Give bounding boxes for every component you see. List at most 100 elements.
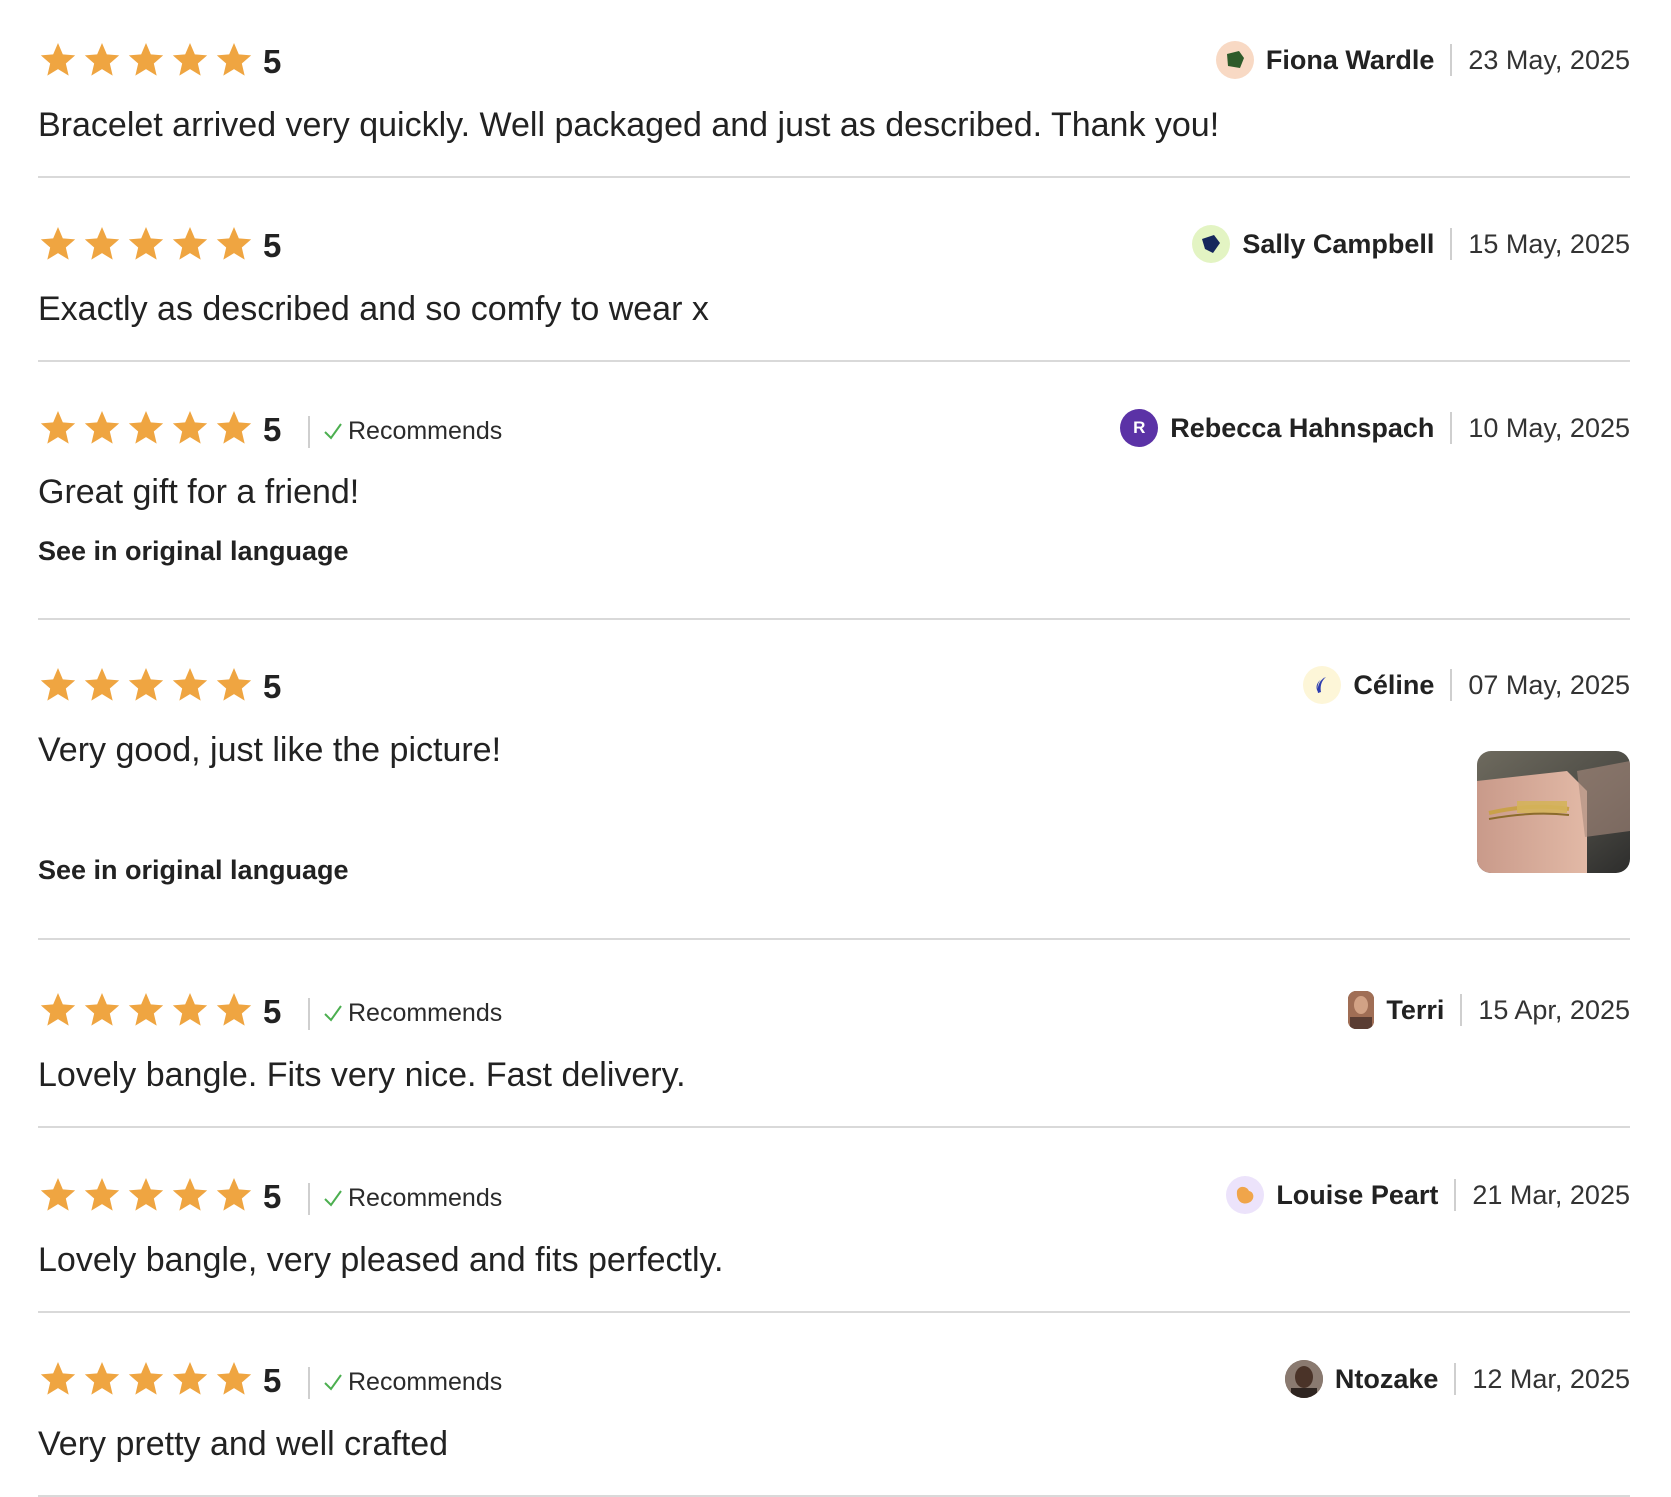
review-item: 5 Recommends Terri 15 Apr, 2025 Lovely b… [38, 980, 1630, 1128]
check-icon [324, 423, 342, 440]
review-date: 12 Mar, 2025 [1472, 1363, 1630, 1394]
rating-value: 5 [263, 668, 282, 705]
star-rating [38, 40, 254, 80]
photo-avatar-icon[interactable] [1284, 1360, 1323, 1398]
star-icon [84, 411, 120, 444]
review-author: Fiona Wardle 23 May, 2025 [1215, 30, 1630, 90]
review-date: 23 May, 2025 [1468, 44, 1630, 75]
star-icon [128, 1178, 164, 1211]
recommends-badge: Recommends [322, 1365, 502, 1399]
star-rating [38, 1359, 254, 1399]
review-photo-thumbnail[interactable] [1477, 751, 1630, 873]
recommends-label: Recommends [348, 417, 503, 445]
star-icon [216, 993, 252, 1026]
review-author: Terri 15 Apr, 2025 [1348, 980, 1630, 1040]
star-icon [172, 43, 208, 76]
rating-value: 5 [263, 993, 282, 1030]
review-header: 5 Recommends Louise Peart 21 Mar, 2025 [38, 1165, 1630, 1225]
author-name[interactable]: Céline [1353, 670, 1434, 701]
rating-value: 5 [263, 1362, 282, 1399]
review-header: 5 Céline 07 May, 2025 [38, 655, 1630, 715]
rating-value: 5 [263, 411, 282, 448]
divider [308, 416, 310, 448]
review-text: Very pretty and well crafted [38, 1425, 449, 1463]
review-author: Ntozake 12 Mar, 2025 [1284, 1349, 1630, 1409]
star-icon [84, 1362, 120, 1395]
divider [308, 998, 310, 1030]
star-icon [40, 227, 76, 260]
author-name[interactable]: Ntozake [1335, 1364, 1439, 1395]
star-icon [40, 993, 76, 1026]
review-text: Exactly as described and so comfy to wea… [38, 290, 709, 328]
star-icon [172, 227, 208, 260]
author-name[interactable]: Rebecca Hahnspach [1170, 413, 1434, 444]
star-icon [172, 1362, 208, 1395]
author-name[interactable]: Sally Campbell [1242, 229, 1434, 260]
check-icon [324, 1005, 342, 1022]
review-date: 10 May, 2025 [1468, 412, 1630, 443]
letter-avatar[interactable]: R [1120, 409, 1159, 447]
review-header: 5 Fiona Wardle 23 May, 2025 [38, 30, 1630, 90]
navy-shield-avatar-icon[interactable] [1192, 225, 1231, 263]
review-author: Sally Campbell 15 May, 2025 [1192, 214, 1630, 274]
review-header: 5 Recommends Ntozake 12 Mar, 2025 [38, 1349, 1630, 1409]
star-icon [172, 411, 208, 444]
star-icon [128, 993, 164, 1026]
green-shield-avatar-icon[interactable] [1215, 41, 1254, 79]
divider [1450, 412, 1453, 444]
star-icon [172, 668, 208, 701]
author-name[interactable]: Terri [1386, 995, 1444, 1026]
star-icon [216, 43, 252, 76]
recommends-label: Recommends [348, 1184, 503, 1212]
author-name[interactable]: Louise Peart [1276, 1180, 1438, 1211]
review-item: 5 Fiona Wardle 23 May, 2025 Bracelet arr… [38, 30, 1630, 178]
divider [1450, 44, 1453, 76]
review-item: 5 Recommends Louise Peart 21 Mar, 2025 L… [38, 1165, 1630, 1313]
review-text: Bracelet arrived very quickly. Well pack… [38, 106, 1220, 144]
review-text: Very good, just like the picture! [38, 731, 502, 769]
review-author: Céline 07 May, 2025 [1303, 655, 1630, 715]
recommends-badge: Recommends [322, 1181, 502, 1215]
star-icon [40, 1362, 76, 1395]
reviews-list: 5 Fiona Wardle 23 May, 2025 Bracelet arr… [0, 0, 1671, 1497]
recommends-badge: Recommends [322, 414, 502, 448]
avatar-letter: R [1133, 418, 1146, 437]
review-header: 5 Recommends Terri 15 Apr, 2025 [38, 980, 1630, 1040]
divider [308, 1183, 310, 1215]
review-item: 5 Recommends Ntozake 12 Mar, 2025 Very p… [38, 1349, 1630, 1497]
review-date: 07 May, 2025 [1468, 669, 1630, 700]
star-icon [216, 1362, 252, 1395]
see-original-language-link[interactable]: See in original language [38, 855, 349, 886]
star-icon [216, 227, 252, 260]
photo-avatar-icon[interactable] [1348, 991, 1375, 1029]
star-icon [84, 227, 120, 260]
author-name[interactable]: Fiona Wardle [1266, 45, 1435, 76]
star-icon [128, 1362, 164, 1395]
star-icon [216, 668, 252, 701]
star-icon [128, 227, 164, 260]
divider [1454, 1179, 1457, 1211]
star-icon [216, 1178, 252, 1211]
star-icon [172, 993, 208, 1026]
blue-crescent-avatar-icon[interactable] [1303, 666, 1342, 704]
review-item: 5 Recommends R Rebecca Hahnspach 10 May,… [38, 398, 1630, 620]
orange-blob-avatar-icon[interactable] [1226, 1176, 1265, 1214]
review-item: 5 Sally Campbell 15 May, 2025 Exactly as… [38, 214, 1630, 362]
recommends-label: Recommends [348, 999, 503, 1027]
divider [1450, 228, 1453, 260]
review-author: Louise Peart 21 Mar, 2025 [1226, 1165, 1630, 1225]
check-icon [324, 1190, 342, 1207]
star-rating [38, 665, 254, 705]
review-text: Lovely bangle, very pleased and fits per… [38, 1241, 724, 1279]
review-date: 15 Apr, 2025 [1478, 994, 1630, 1025]
review-date: 21 Mar, 2025 [1472, 1179, 1630, 1210]
see-original-language-link[interactable]: See in original language [38, 536, 349, 567]
star-icon [84, 668, 120, 701]
star-icon [216, 411, 252, 444]
recommends-label: Recommends [348, 1368, 503, 1396]
review-text: Lovely bangle. Fits very nice. Fast deli… [38, 1056, 686, 1094]
check-icon [324, 1374, 342, 1391]
review-author: R Rebecca Hahnspach 10 May, 2025 [1120, 398, 1630, 458]
review-header: 5 Sally Campbell 15 May, 2025 [38, 214, 1630, 274]
divider [308, 1367, 310, 1399]
